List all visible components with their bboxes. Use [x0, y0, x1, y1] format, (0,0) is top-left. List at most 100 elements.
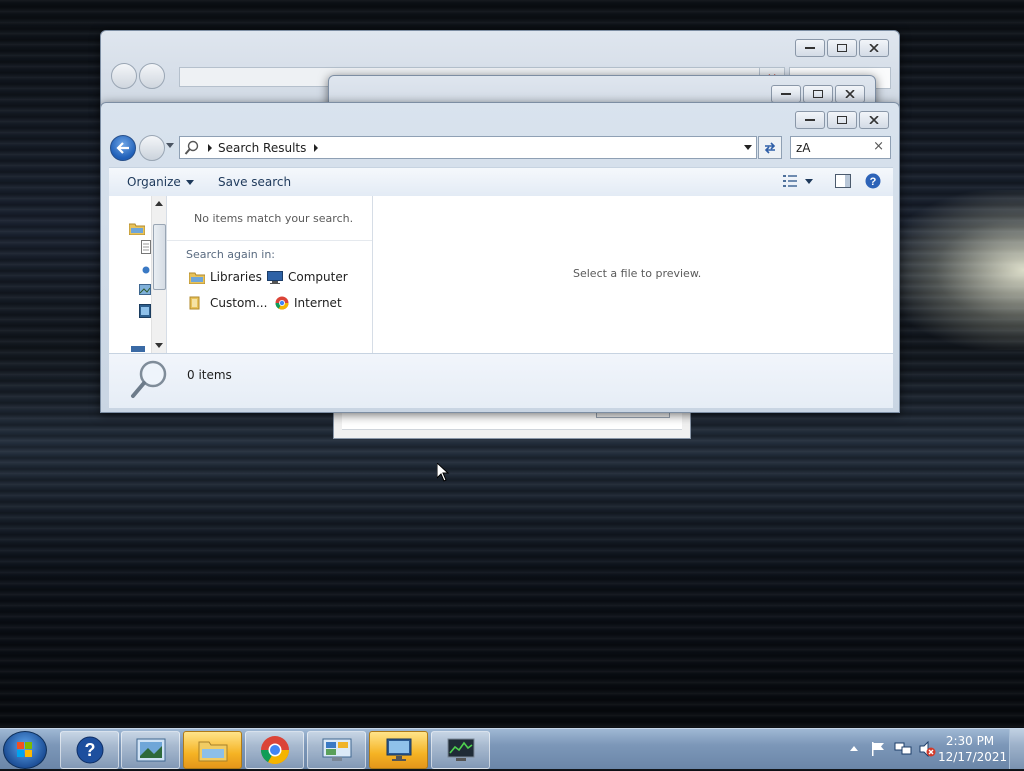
breadcrumb-separator-icon[interactable]: [314, 143, 319, 152]
search-internet-link[interactable]: Internet: [275, 296, 342, 310]
forward-button[interactable]: [139, 135, 165, 161]
nav-buttons: [111, 63, 165, 89]
chrome-taskbar-button[interactable]: [245, 731, 304, 769]
divider: [167, 240, 372, 241]
search-custom-link[interactable]: Custom...: [189, 296, 267, 310]
change-view-button[interactable]: [783, 174, 813, 188]
remote-desktop-taskbar-button[interactable]: [369, 731, 428, 769]
minimize-button[interactable]: [795, 111, 825, 129]
save-search-button[interactable]: Save search: [218, 175, 291, 189]
navigation-pane[interactable]: [109, 196, 167, 353]
show-desktop-button[interactable]: [1009, 729, 1024, 769]
minimize-button[interactable]: [795, 39, 825, 57]
help-icon: ?: [76, 736, 103, 764]
videos-icon[interactable]: [139, 304, 151, 318]
desktop-light-glow: [884, 190, 1024, 350]
scroll-up-arrow[interactable]: [155, 201, 163, 206]
clock-time: 2:30 PM: [945, 734, 995, 748]
help-taskbar-button[interactable]: ?: [60, 731, 119, 769]
computer-icon[interactable]: [131, 346, 145, 352]
custom-folder-icon: [189, 296, 200, 310]
task-manager-icon: [447, 738, 474, 761]
breadcrumb-search-results[interactable]: Search Results: [218, 141, 306, 155]
forward-button[interactable]: [139, 63, 165, 89]
control-panel-taskbar-button[interactable]: [307, 731, 366, 769]
details-pane: 0 items: [109, 354, 893, 408]
explorer-window[interactable]: Search Results zA × Organize Save search…: [100, 102, 900, 413]
network-icon[interactable]: [894, 741, 912, 757]
picture-viewer-taskbar-button[interactable]: [121, 731, 180, 769]
pictures-icon[interactable]: [139, 284, 151, 295]
libraries-icon: [189, 272, 205, 284]
search-computer-link[interactable]: Computer: [267, 270, 348, 284]
search-value[interactable]: zA: [796, 141, 811, 155]
chevron-down-icon: [185, 180, 194, 185]
notification-area: 2:30 PM 12/17/2021: [834, 729, 1024, 769]
refresh-icon: [764, 141, 776, 154]
preview-pane: Select a file to preview.: [373, 196, 893, 353]
back-button[interactable]: [111, 63, 137, 89]
nav-pane-scrollbar[interactable]: [151, 196, 166, 353]
close-button[interactable]: [835, 85, 865, 103]
start-button[interactable]: [3, 731, 47, 769]
magnifier-icon: [131, 360, 167, 398]
picture-viewer-icon: [136, 738, 165, 762]
maximize-button[interactable]: [827, 111, 857, 129]
item-count: 0 items: [187, 368, 232, 382]
volume-muted-icon[interactable]: [918, 741, 936, 757]
caption-buttons: [795, 111, 889, 129]
caption-buttons: [771, 85, 865, 103]
control-panel-icon: [322, 738, 351, 761]
file-explorer-taskbar-button[interactable]: [183, 731, 242, 769]
clear-search-icon[interactable]: ×: [873, 139, 884, 154]
organize-label: Organize: [127, 175, 181, 189]
file-explorer-icon: [198, 741, 227, 762]
address-history-dropdown[interactable]: [744, 145, 752, 150]
search-libraries-link[interactable]: Libraries: [189, 270, 262, 284]
back-button[interactable]: [110, 135, 136, 161]
windows-logo-icon: [17, 742, 32, 757]
content-area: No items match your search. Search again…: [109, 196, 893, 354]
task-manager-taskbar-button[interactable]: [431, 731, 490, 769]
search-again-label: Search again in:: [186, 248, 276, 261]
caption-buttons: [795, 39, 889, 57]
computer-icon: [267, 270, 283, 284]
search-input[interactable]: zA ×: [790, 136, 891, 159]
scroll-down-arrow[interactable]: [155, 343, 163, 348]
chrome-icon: [260, 736, 289, 764]
organize-menu[interactable]: Organize: [127, 175, 194, 189]
maximize-button[interactable]: [803, 85, 833, 103]
details-view-icon: [783, 175, 797, 187]
show-hidden-icons-icon[interactable]: [850, 745, 858, 751]
breadcrumb-separator-icon[interactable]: [208, 143, 212, 152]
folder-icon[interactable]: [129, 222, 145, 235]
preview-message: Select a file to preview.: [573, 267, 702, 280]
address-bar[interactable]: Search Results: [179, 136, 757, 159]
taskbar: ? 2:30 PM 12/17/2021: [0, 728, 1024, 769]
minimize-button[interactable]: [771, 85, 801, 103]
svg-text:?: ?: [870, 176, 877, 188]
scroll-thumb[interactable]: [153, 224, 166, 290]
help-icon[interactable]: ?: [865, 173, 881, 189]
close-button[interactable]: [859, 111, 889, 129]
remote-desktop-icon: [386, 738, 411, 761]
music-icon[interactable]: [142, 266, 150, 274]
system-clock[interactable]: 2:30 PM 12/17/2021: [938, 733, 1007, 765]
refresh-button[interactable]: [758, 136, 782, 159]
no-items-message: No items match your search.: [194, 212, 354, 225]
mouse-cursor-icon: [437, 463, 449, 482]
svg-text:?: ?: [84, 740, 95, 760]
back-arrow-icon: [116, 142, 129, 154]
close-button[interactable]: [859, 39, 889, 57]
chevron-down-icon: [805, 178, 813, 184]
navigation-bar: Search Results zA ×: [109, 134, 891, 161]
command-bar: Organize Save search ?: [109, 167, 893, 197]
document-icon[interactable]: [141, 240, 151, 254]
search-icon: [184, 140, 199, 155]
preview-pane-icon[interactable]: [835, 174, 851, 188]
results-pane: No items match your search. Search again…: [167, 196, 373, 353]
action-center-flag-icon[interactable]: [870, 741, 886, 757]
maximize-button[interactable]: [827, 39, 857, 57]
recent-pages-dropdown[interactable]: [166, 143, 174, 148]
view-controls: ?: [783, 173, 881, 189]
